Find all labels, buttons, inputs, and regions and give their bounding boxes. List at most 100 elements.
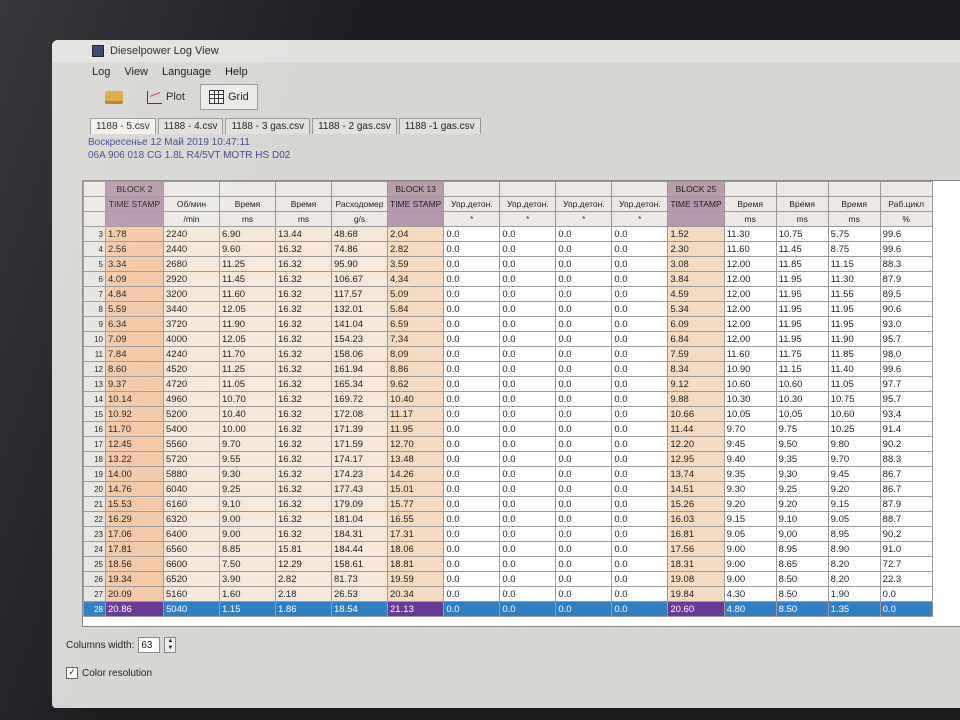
color-resolution-checkbox[interactable]: ✓: [66, 667, 78, 679]
columns-width-input[interactable]: 63: [138, 637, 161, 653]
menu-help[interactable]: Help: [225, 66, 248, 78]
file-tabs: 1188 - 5.csv 1188 - 4.csv 1188 - 3 gas.c…: [52, 116, 960, 134]
grid-cell: 0.0: [499, 586, 557, 602]
grid-cell: 90.2: [879, 436, 933, 452]
grid-cell: 9.70: [723, 421, 777, 437]
grid-cell: 10.75: [827, 391, 881, 407]
table-row[interactable]: 21 15.53 6160 9.10 16.32 179.09 15.77 0.0 0.0 0.0…: [83, 496, 933, 512]
row-number: 12: [83, 361, 106, 377]
grid-cell: 95.90: [331, 256, 388, 272]
table-row[interactable]: 18 13.22 5720 9.55 16.32 174.17 13.48 0.0 0.0 0.0…: [83, 451, 933, 467]
grid-cell: 4.59: [667, 286, 725, 302]
menu-language[interactable]: Language: [162, 66, 211, 78]
grid-cell: 17.56: [667, 541, 725, 557]
tab-file-5[interactable]: 1188 - 5.csv: [90, 118, 156, 134]
table-row[interactable]: 22 16.29 6320 9.00 16.32 181.04 16.55 0.0 0.0 0.0…: [83, 511, 933, 527]
table-row[interactable]: 14 10.14 4960 10.70 16.32 169.72 10.40 0.0 0.0 0.…: [83, 391, 933, 407]
menu-view[interactable]: View: [124, 66, 148, 78]
grid-cell: 0.0: [555, 436, 613, 452]
column-unit: [105, 211, 164, 227]
tab-file-3[interactable]: 1188 - 3 gas.csv: [225, 118, 311, 134]
table-row[interactable]: 3 1.78 2240 6.90 13.44 48.68 2.04 0.0 0.0 0.0 0.0 1…: [83, 226, 933, 242]
plot-button[interactable]: Plot: [138, 84, 194, 110]
tab-file-4[interactable]: 1188 - 4.csv: [157, 118, 224, 134]
grid-cell: 3.84: [667, 271, 725, 287]
column-unit: ms: [827, 211, 881, 227]
grid-cell: 0.0: [443, 361, 501, 377]
tab-file-1[interactable]: 1188 -1 gas.csv: [398, 118, 481, 134]
table-row[interactable]: 4 2.56 2440 9.60 16.32 74.86 2.82 0.0 0.0 0.0 0.0 2…: [83, 241, 933, 257]
table-row[interactable]: 7 4.84 3200 11.60 16.32 117.57 5.09 0.0 0.0 0.0 0.…: [83, 286, 933, 302]
grid-cell: 9.45: [723, 436, 777, 452]
table-row[interactable]: 24 17.81 6560 8.85 15.81 184.44 18.06 0.0 0.0 0.0…: [83, 541, 933, 557]
grid-cell: 0.0: [611, 406, 669, 422]
grid-cell: 86.7: [879, 481, 933, 497]
table-row[interactable]: 26 19.34 6520 3.90 2.82 81.73 19.59 0.0 0.0 0.0 0.…: [83, 571, 933, 587]
table-row[interactable]: 6 4.09 2920 11.45 16.32 106.67 4.34 0.0 0.0 0.0 0.…: [83, 271, 933, 287]
grid-cell: 8.65: [775, 556, 829, 572]
data-grid[interactable]: BLOCK 2 BLOCK 13 BLOCK 25 TIME STAMP Об/м…: [82, 180, 960, 627]
grid-cell: 0.0: [555, 556, 613, 572]
tab-file-2[interactable]: 1188 - 2 gas.csv: [312, 118, 397, 134]
grid-cell: 0.0: [611, 601, 669, 617]
grid-cell: 177.43: [331, 481, 388, 497]
grid-cell: 9.35: [775, 451, 829, 467]
grid-cell: 18.06: [386, 541, 445, 557]
grid-cell: 7.34: [386, 331, 445, 347]
grid-cell: 9.50: [775, 436, 829, 452]
grid-cell: 22.3: [879, 571, 933, 587]
grid-cell: 99.6: [879, 226, 933, 242]
grid-cell: 4240: [163, 346, 220, 362]
table-row[interactable]: 28 20.86 5040 1.15 1.86 18.54 21.13 0.0 0.0 0.0 0.…: [83, 601, 933, 617]
grid-cell: 9.00: [723, 571, 777, 587]
table-row[interactable]: 15 10.92 5200 10.40 16.32 172.08 11.17 0.0 0.0 0.…: [83, 406, 933, 422]
table-row[interactable]: 16 11.70 5400 10.00 16.32 171.39 11.95 0.0 0.0 0.…: [83, 421, 933, 437]
grid-cell: 14.76: [105, 481, 164, 497]
grid-cell: 1.52: [667, 226, 725, 242]
spacer: [775, 181, 829, 197]
grid-cell: 6.90: [219, 226, 276, 242]
table-row[interactable]: 9 6.34 3720 11.90 16.32 141.04 6.59 0.0 0.0 0.0 0.…: [83, 316, 933, 332]
grid-cell: 81.73: [331, 571, 388, 587]
table-row[interactable]: 5 3.34 2680 11.25 16.32 95.90 3.59 0.0 0.0 0.0 0.0…: [83, 256, 933, 272]
grid-cell: 0.0: [443, 511, 501, 527]
grid-cell: 9.80: [827, 436, 881, 452]
grid-cell: 13.74: [667, 466, 725, 482]
table-row[interactable]: 10 7.09 4000 12.05 16.32 154.23 7.34 0.0 0.0 0.0 0…: [83, 331, 933, 347]
grid-cell: 9.10: [219, 496, 276, 512]
grid-cell: 2440: [163, 241, 220, 257]
grid-cell: 16.32: [275, 301, 332, 317]
grid-cell: 90.2: [879, 526, 933, 542]
menu-log[interactable]: Log: [92, 66, 110, 78]
column-header: Упр.детон.: [555, 196, 613, 212]
table-row[interactable]: 13 9.37 4720 11.05 16.32 165.34 9.62 0.0 0.0 0.0 0…: [83, 376, 933, 392]
table-row[interactable]: 11 7.84 4240 11.70 16.32 158.06 8.09 0.0 0.0 0.0 0…: [83, 346, 933, 362]
open-button[interactable]: [96, 84, 132, 110]
column-unit: *: [499, 211, 557, 227]
table-row[interactable]: 12 8.60 4520 11.25 16.32 161.94 8.86 0.0 0.0 0.0 0…: [83, 361, 933, 377]
grid-cell: 2.82: [386, 241, 445, 257]
grid-cell: 11.55: [827, 286, 881, 302]
table-row[interactable]: 20 14.76 6040 9.25 16.32 177.43 15.01 0.0 0.0 0.0…: [83, 481, 933, 497]
column-header: TIME STAMP: [667, 196, 725, 212]
grid-cell: 0.0: [499, 226, 557, 242]
grid-button[interactable]: Grid: [199, 84, 258, 110]
table-row[interactable]: 17 12.45 5560 9.70 16.32 171.59 12.70 0.0 0.0 0.0…: [83, 436, 933, 452]
grid-cell: 9.30: [775, 466, 829, 482]
table-row[interactable]: 27 20.09 5160 1.60 2.18 26.53 20.34 0.0 0.0 0.0 0.…: [83, 586, 933, 602]
grid-cell: 11.95: [775, 271, 829, 287]
grid-cell: 11.15: [775, 361, 829, 377]
grid-cell: 0.0: [611, 316, 669, 332]
table-row[interactable]: 8 5.59 3440 12.05 16.32 132.01 5.84 0.0 0.0 0.0 0.…: [83, 301, 933, 317]
grid-cell: 0.0: [443, 541, 501, 557]
table-row[interactable]: 25 18.56 6600 7.50 12.29 158.61 18.81 0.0 0.0 0.0…: [83, 556, 933, 572]
grid-cell: 184.44: [331, 541, 388, 557]
folder-icon: [105, 90, 123, 104]
table-row[interactable]: 19 14.00 5880 9.30 16.32 174.23 14.26 0.0 0.0 0.0…: [83, 466, 933, 482]
spin-arrows-icon[interactable]: ▲ ▼: [164, 637, 177, 653]
grid-cell: 9.30: [723, 481, 777, 497]
grid-cell: 11.70: [105, 421, 164, 437]
table-row[interactable]: 23 17.06 6400 9.00 16.32 184.31 17.31 0.0 0.0 0.0…: [83, 526, 933, 542]
grid-cell: 11.95: [775, 301, 829, 317]
column-unit: *: [443, 211, 501, 227]
